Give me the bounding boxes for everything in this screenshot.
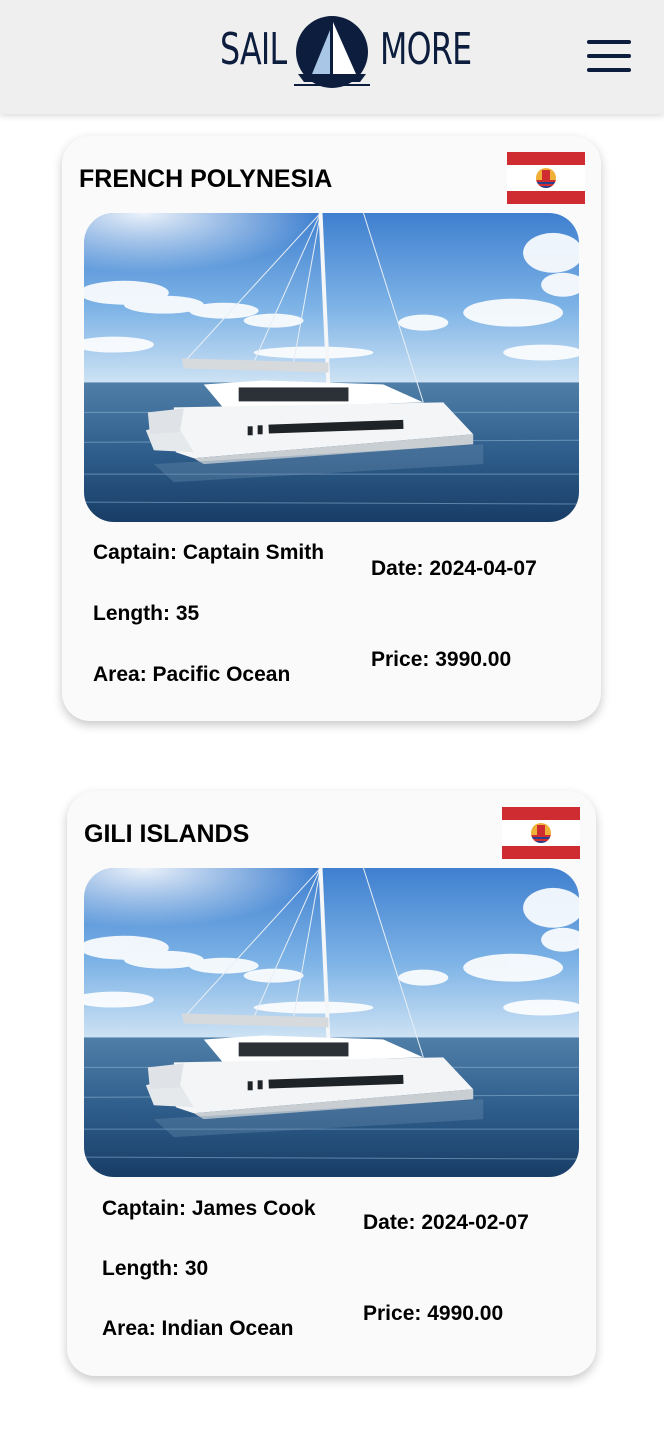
captain-label: Captain: [102,1197,186,1220]
length-value: 30 [184,1257,209,1280]
date-info: Date: 2024-02-07 [363,1211,529,1235]
area-label: Area: [102,1317,156,1340]
trip-card[interactable]: GILI ISLANDS Captain: James Cook Length:… [67,791,596,1376]
menu-bar [587,40,631,44]
date-info: Date: 2024-04-07 [371,557,537,581]
area-info: Area: Pacific Ocean [93,663,290,687]
length-label: Length: [102,1257,179,1280]
length-value: 35 [175,602,200,625]
date-value: 2024-02-07 [421,1211,529,1234]
menu-bar [587,54,631,58]
captain-value: James Cook [191,1197,316,1220]
logo-text-right: MORE [380,24,472,75]
date-value: 2024-04-07 [429,557,537,580]
menu-bar [587,68,631,72]
date-label: Date: [371,557,424,580]
trip-title: FRENCH POLYNESIA [79,165,333,193]
sail-more-logo[interactable]: SAIL MORE [218,14,472,88]
area-info: Area: Indian Ocean [102,1317,293,1341]
price-label: Price: [371,648,430,671]
area-value: Pacific Ocean [152,663,291,686]
captain-value: Captain Smith [182,541,325,564]
french-polynesia-flag-icon [507,152,585,204]
captain-info: Captain: Captain Smith [93,541,324,565]
app-header: SAIL MORE [0,0,664,114]
date-label: Date: [363,1211,416,1234]
price-value: 3990.00 [435,648,512,671]
price-label: Price: [363,1302,422,1325]
captain-info: Captain: James Cook [102,1197,316,1221]
captain-label: Captain: [93,541,177,564]
french-polynesia-flag-icon [502,807,580,859]
sailboat-logo-icon [294,16,370,88]
price-value: 4990.00 [427,1302,504,1325]
hamburger-menu-icon[interactable] [584,36,632,76]
catamaran-photo [84,213,579,522]
trip-card[interactable]: FRENCH POLYNESIA Captain: Captain Smith … [62,136,601,721]
price-info: Price: 4990.00 [363,1302,503,1326]
length-info: Length: 35 [93,602,199,626]
area-label: Area: [93,663,147,686]
trip-title: GILI ISLANDS [84,820,250,848]
area-value: Indian Ocean [161,1317,294,1340]
price-info: Price: 3990.00 [371,648,511,672]
logo-text-left: SAIL [220,24,287,75]
catamaran-photo [84,868,579,1177]
length-label: Length: [93,602,170,625]
length-info: Length: 30 [102,1257,208,1281]
